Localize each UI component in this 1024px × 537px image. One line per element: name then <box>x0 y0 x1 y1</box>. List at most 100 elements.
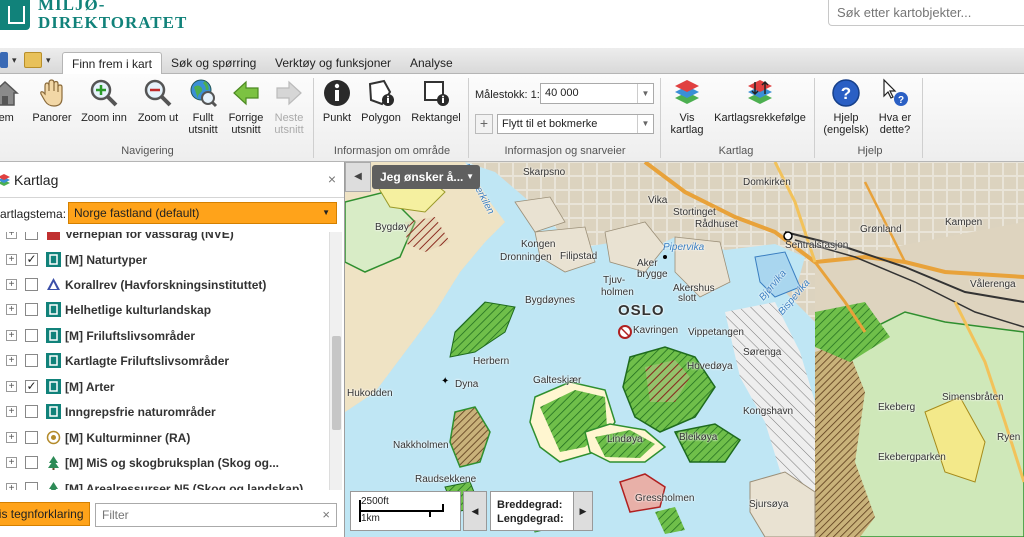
expand-icon[interactable]: + <box>6 381 17 392</box>
chevron-down-icon[interactable]: ▾ <box>46 52 54 70</box>
layer-checkbox[interactable] <box>25 405 38 418</box>
save-icon[interactable] <box>0 52 8 68</box>
show-legend-button[interactable]: Vis tegnforklaring <box>0 502 90 526</box>
layer-checkbox[interactable] <box>25 354 38 367</box>
layer-row[interactable]: + [M] Kulturminner (RA) <box>0 427 328 449</box>
home-button[interactable]: jem <box>0 78 20 124</box>
layer-row[interactable]: + Korallrev (Havforskningsinstituttet) <box>0 274 328 296</box>
tab-sok-og-sporring[interactable]: Søk og spørring <box>162 52 265 75</box>
layer-row[interactable]: + ✓ [M] Naturtyper <box>0 249 328 271</box>
rectangle-icon <box>424 81 449 106</box>
layer-row[interactable]: + Verneplan for vassdrag (NVE) <box>0 232 328 245</box>
tab-analyse[interactable]: Analyse <box>401 52 462 75</box>
collapse-panel-button[interactable]: ◀ <box>345 162 371 192</box>
chevron-left-icon[interactable]: ◀ <box>463 491 487 531</box>
add-bookmark-button[interactable]: + <box>475 114 493 134</box>
chevron-right-icon[interactable]: ▶ <box>573 491 593 531</box>
layer-checkbox[interactable] <box>25 232 38 240</box>
polygon-button[interactable]: Polygon <box>358 78 404 124</box>
layer-checkbox[interactable] <box>25 329 38 342</box>
theme-select[interactable]: Norge fastland (default) ▼ <box>68 202 337 224</box>
i-want-to-button[interactable]: Jeg ønsker å... ▼ <box>372 165 480 189</box>
layer-name: [M] MiS og skogbruksplan (Skog og... <box>65 456 280 470</box>
full-extent-button[interactable]: Fullt utsnitt <box>184 78 222 136</box>
point-button[interactable]: Punkt <box>320 78 354 124</box>
expand-icon[interactable]: + <box>6 483 17 490</box>
map-label: Sørenga <box>743 347 782 358</box>
scale-bar-line <box>359 510 444 512</box>
quick-access-toolbar: ▾ ▾ <box>0 52 54 70</box>
miljodir-icon <box>46 302 61 317</box>
tab-verktoy-og-funksjoner[interactable]: Verktøy og funksjoner <box>266 52 400 75</box>
chevron-down-icon[interactable]: ▾ <box>12 52 20 70</box>
layer-row[interactable]: + [M] Friluftslivsområder <box>0 325 328 347</box>
scale-value: 40 000 <box>545 87 579 99</box>
layer-name: Inngrepsfrie naturområder <box>65 405 216 419</box>
layers-icon <box>0 174 10 186</box>
layer-name: [M] Naturtyper <box>65 253 148 267</box>
map-view[interactable]: ✦ OSLO Vika Stortinget Rådhuset Domkirke… <box>345 162 1024 537</box>
expand-icon[interactable]: + <box>6 330 17 341</box>
group-separator <box>922 78 923 158</box>
layer-order-button[interactable]: Kartlagsrekkefølge <box>712 78 808 124</box>
close-icon[interactable]: × <box>328 171 336 187</box>
layer-list-scrollbar[interactable] <box>329 232 342 490</box>
next-extent-button[interactable]: Neste utsnitt <box>270 78 308 136</box>
filter-input[interactable] <box>96 504 306 526</box>
layer-checkbox[interactable] <box>25 303 38 316</box>
expand-icon[interactable]: + <box>6 279 17 290</box>
scale-km-label: 1km <box>361 513 380 524</box>
polygon-label: Polygon <box>361 112 401 124</box>
layer-row[interactable]: + [M] MiS og skogbruksplan (Skog og... <box>0 452 328 474</box>
logo-icon <box>0 0 30 30</box>
layer-row[interactable]: + Kartlagte Friluftslivsområder <box>0 350 328 372</box>
help-button[interactable]: ? Hjelp (engelsk) <box>820 78 872 136</box>
full-extent-line2: utsnitt <box>188 124 218 136</box>
layer-row[interactable]: + Helhetlige kulturlandskap <box>0 299 328 321</box>
what-is-this-button[interactable]: ? Hva er dette? <box>874 78 916 136</box>
layer-row[interactable]: + ✓ [M] Arter <box>0 376 328 398</box>
clear-filter-icon[interactable]: × <box>322 507 330 522</box>
ribbon: jem Panorer Zoom inn Zoom ut Fullt utsni… <box>0 74 1024 162</box>
layer-name: [M] Kulturminner (RA) <box>65 431 191 445</box>
previous-extent-button[interactable]: Forrige utsnitt <box>226 78 266 136</box>
zoom-out-button[interactable]: Zoom ut <box>134 78 182 124</box>
layer-row[interactable]: + [M] Arealressurser N5 (Skog og landska… <box>0 478 328 490</box>
layer-checkbox[interactable] <box>25 482 38 490</box>
layer-checkbox[interactable] <box>25 431 38 444</box>
home-label: jem <box>0 112 14 124</box>
folder-icon[interactable] <box>24 52 42 68</box>
miljodir-icon <box>46 328 61 343</box>
scale-select[interactable]: 40 000 ▼ <box>540 83 654 104</box>
pan-button[interactable]: Panorer <box>30 78 74 124</box>
scrollbar-thumb[interactable] <box>332 336 341 430</box>
show-layers-button[interactable]: Vis kartlag <box>666 78 708 136</box>
expand-icon[interactable]: + <box>6 355 17 366</box>
expand-icon[interactable]: + <box>6 254 17 265</box>
layer-checkbox[interactable] <box>25 278 38 291</box>
layer-row[interactable]: + Inngrepsfrie naturområder <box>0 401 328 423</box>
expand-icon[interactable]: + <box>6 457 17 468</box>
expand-icon[interactable]: + <box>6 406 17 417</box>
arrow-right-icon <box>276 80 302 106</box>
layer-checkbox[interactable]: ✓ <box>25 380 38 393</box>
search-input[interactable] <box>829 0 1024 25</box>
search-box <box>828 0 1024 26</box>
rectangle-button[interactable]: Rektangel <box>410 78 462 124</box>
expand-icon[interactable]: + <box>6 432 17 443</box>
location-marker <box>783 231 793 241</box>
bookmark-placeholder: Flytt til et bokmerke <box>502 118 598 130</box>
bookmark-select[interactable]: Flytt til et bokmerke ▼ <box>497 114 654 134</box>
map-label: Kavringen <box>633 325 679 336</box>
expand-icon[interactable]: + <box>6 232 17 239</box>
info-shortcuts-group-label: Informasjon og snarveier <box>504 145 626 157</box>
info-icon <box>324 80 350 106</box>
tab-finn-frem-i-kart[interactable]: Finn frem i kart <box>62 52 163 75</box>
help-group-label: Hjelp <box>857 145 883 157</box>
expand-icon[interactable]: + <box>6 304 17 315</box>
layer-checkbox[interactable] <box>25 456 38 469</box>
layer-checkbox[interactable]: ✓ <box>25 253 38 266</box>
miljodir-icon <box>46 252 61 267</box>
layers-panel: Kartlag × Kartlagstema: Norge fastland (… <box>0 162 345 537</box>
zoom-in-button[interactable]: Zoom inn <box>80 78 128 124</box>
